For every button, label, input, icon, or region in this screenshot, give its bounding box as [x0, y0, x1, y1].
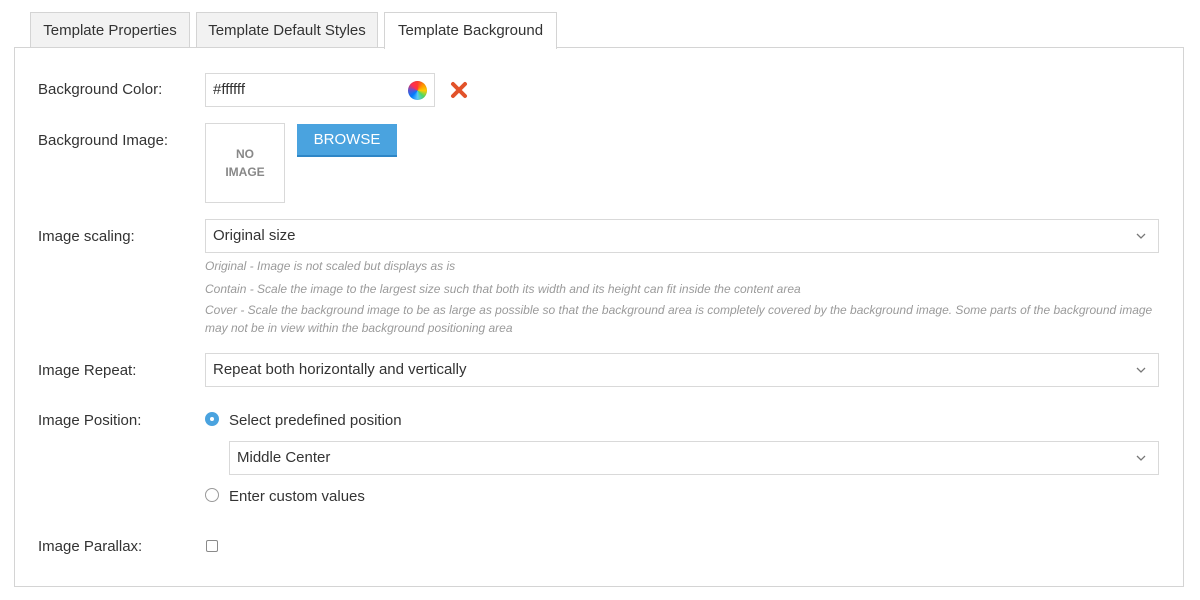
- color-wheel-icon[interactable]: [408, 81, 427, 100]
- image-scaling-select[interactable]: Original size: [205, 219, 1159, 253]
- scaling-hint-cover-cont: may not be in view within the background…: [205, 321, 513, 335]
- image-repeat-value: Repeat both horizontally and vertically: [213, 361, 467, 378]
- image-repeat-label: Image Repeat:: [38, 362, 137, 379]
- chevron-down-icon: [1136, 455, 1146, 461]
- background-color-value: #ffffff: [213, 81, 245, 98]
- radio-predefined-position[interactable]: [205, 412, 219, 426]
- background-color-label: Background Color:: [38, 81, 163, 98]
- radio-predefined-label[interactable]: Select predefined position: [229, 412, 402, 429]
- tab-template-properties[interactable]: Template Properties: [30, 12, 190, 48]
- image-repeat-select[interactable]: Repeat both horizontally and vertically: [205, 353, 1159, 387]
- radio-custom-label[interactable]: Enter custom values: [229, 488, 365, 505]
- image-scaling-label: Image scaling:: [38, 228, 135, 245]
- tab-template-default-styles[interactable]: Template Default Styles: [196, 12, 378, 48]
- tab-template-background[interactable]: Template Background: [384, 12, 557, 49]
- scaling-hint-contain: Contain - Scale the image to the largest…: [205, 282, 801, 296]
- chevron-down-icon: [1136, 233, 1146, 239]
- predefined-position-select[interactable]: Middle Center: [229, 441, 1159, 475]
- chevron-down-icon: [1136, 367, 1146, 373]
- no-image-text-line1: NO: [236, 147, 254, 161]
- image-position-label: Image Position:: [38, 412, 142, 429]
- predefined-position-value: Middle Center: [237, 449, 331, 466]
- image-parallax-label: Image Parallax:: [38, 538, 143, 555]
- background-image-label: Background Image:: [38, 132, 169, 149]
- no-image-text-line2: IMAGE: [225, 165, 265, 179]
- scaling-hint-cover: Cover - Scale the background image to be…: [205, 303, 1153, 317]
- no-image-placeholder: NO IMAGE: [205, 123, 285, 203]
- clear-color-icon[interactable]: [450, 81, 468, 99]
- scaling-hint-original: Original - Image is not scaled but displ…: [205, 259, 456, 273]
- image-parallax-checkbox[interactable]: [206, 540, 218, 552]
- background-color-input[interactable]: #ffffff: [205, 73, 435, 107]
- image-scaling-value: Original size: [213, 227, 296, 244]
- radio-custom-values[interactable]: [205, 488, 219, 502]
- browse-button[interactable]: BROWSE: [297, 124, 397, 157]
